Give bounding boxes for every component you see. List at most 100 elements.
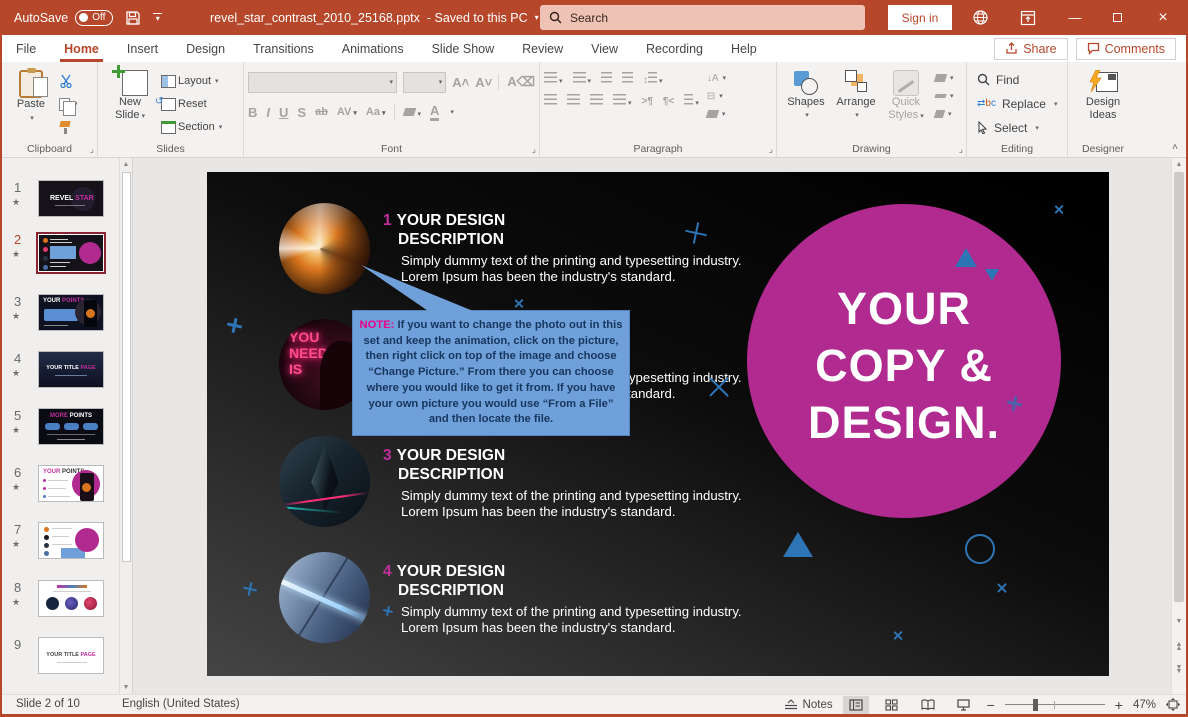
arrange-button[interactable]: Arrange▾ <box>831 66 881 140</box>
clipboard-dialog-launcher[interactable]: ⌟ <box>90 144 94 155</box>
increase-font-size-button[interactable]: A˄ <box>452 75 469 90</box>
editor-scrollbar[interactable]: ▲ ▼ ▲▲ ▼▼ <box>1171 158 1186 694</box>
shape-fill-button[interactable]: ▾ <box>935 71 957 85</box>
item-1-heading[interactable]: 1YOUR DESIGNDESCRIPTION <box>383 211 505 249</box>
tab-review[interactable]: Review <box>508 35 577 62</box>
zoom-slider[interactable] <box>1005 704 1105 706</box>
share-button[interactable]: Share <box>994 38 1067 60</box>
section-button[interactable]: Section▾ <box>158 118 225 136</box>
tab-help[interactable]: Help <box>717 35 771 62</box>
collapse-ribbon-icon[interactable]: ˄ <box>1172 142 1178 153</box>
tab-insert[interactable]: Insert <box>113 35 172 62</box>
line-spacing-button[interactable]: ↕▾ <box>643 70 663 88</box>
slide-thumbnail-8[interactable] <box>38 580 104 617</box>
layout-button[interactable]: Layout▾ <box>158 72 225 90</box>
zoom-level[interactable]: 47% <box>1133 699 1156 711</box>
slide-thumbnail-7[interactable] <box>38 522 104 559</box>
slide-thumbnail-6[interactable]: YOUR POINTS <box>38 465 104 502</box>
shape-outline-button[interactable]: ▾ <box>935 89 957 103</box>
cut-button[interactable] <box>56 72 81 90</box>
scrollbar-thumb[interactable] <box>1174 172 1184 602</box>
slide-canvas[interactable]: 1YOUR DESIGNDESCRIPTION Simply dummy tex… <box>207 172 1109 676</box>
text-shadow-button[interactable]: S <box>297 105 306 120</box>
normal-view-button[interactable] <box>843 696 869 714</box>
fit-slide-to-window-button[interactable] <box>1166 698 1180 711</box>
italic-button[interactable]: I <box>266 105 270 120</box>
scroll-down-icon[interactable]: ▼ <box>120 684 132 691</box>
save-icon[interactable] <box>125 10 141 26</box>
slide-thumbnail-9[interactable]: YOUR TITLE PAGE <box>38 637 104 674</box>
reading-view-button[interactable] <box>915 696 941 714</box>
decrease-font-size-button[interactable]: A˅ <box>475 75 492 90</box>
previous-slide-button[interactable]: ▲▲ <box>1172 643 1186 651</box>
comments-button[interactable]: Comments <box>1076 38 1176 60</box>
slide-thumbnail-3[interactable]: YOUR POINTS <box>38 294 104 331</box>
align-right-button[interactable] <box>590 92 603 110</box>
autosave-switch[interactable]: Off <box>75 10 113 26</box>
tab-transitions[interactable]: Transitions <box>239 35 328 62</box>
format-painter-button[interactable] <box>56 118 81 136</box>
font-color-button[interactable]: A <box>430 103 439 121</box>
thumbnail-scrollbar[interactable]: ▲ ▼ <box>119 158 132 694</box>
scroll-down-icon[interactable]: ▼ <box>1172 618 1186 625</box>
slide-indicator[interactable]: Slide 2 of 10 <box>16 698 80 710</box>
photo-crystal[interactable] <box>279 436 370 527</box>
slide-thumbnail-5[interactable]: MORE POINTS <box>38 408 104 445</box>
align-left-button[interactable] <box>544 92 557 110</box>
slide-thumbnail-2[interactable] <box>36 232 106 274</box>
item-3-heading[interactable]: 3YOUR DESIGNDESCRIPTION <box>383 446 505 484</box>
increase-indent-button[interactable] <box>622 70 633 88</box>
underline-button[interactable]: U <box>279 105 288 120</box>
search-box[interactable] <box>540 5 865 30</box>
notes-button[interactable]: Notes <box>784 699 833 711</box>
select-button[interactable]: Select▾ <box>971 116 1063 139</box>
sign-in-button[interactable]: Sign in <box>888 5 952 30</box>
strikethrough-button[interactable]: ab <box>315 106 328 118</box>
font-size-combo[interactable]: ▾ <box>403 72 446 93</box>
tab-recording[interactable]: Recording <box>632 35 717 62</box>
shape-effects-button[interactable]: ▾ <box>935 107 957 121</box>
slide-thumbnail-4[interactable]: YOUR TITLE PAGE <box>38 351 104 388</box>
quick-styles-button[interactable]: QuickStyles▾ <box>881 66 931 140</box>
columns-button[interactable]: ▾ <box>684 92 699 110</box>
tab-design[interactable]: Design <box>172 35 239 62</box>
globe-icon[interactable] <box>965 0 995 35</box>
paragraph-dialog-launcher[interactable]: ⌟ <box>769 144 773 155</box>
item-3-body[interactable]: Simply dummy text of the printing and ty… <box>401 488 751 520</box>
convert-smartart-button[interactable]: ▾ <box>707 107 729 121</box>
ribbon-display-options-icon[interactable] <box>1013 0 1043 35</box>
ltr-direction-button[interactable]: >¶ <box>642 96 653 107</box>
clear-formatting-button[interactable]: A⌫ <box>498 74 535 90</box>
tab-file[interactable]: File <box>2 35 50 62</box>
numbering-button[interactable]: ▾ <box>573 70 592 88</box>
zoom-in-button[interactable]: + <box>1115 697 1123 713</box>
scrollbar-thumb[interactable] <box>122 172 131 562</box>
tab-slide-show[interactable]: Slide Show <box>418 35 509 62</box>
item-1-body[interactable]: Simply dummy text of the printing and ty… <box>401 253 751 285</box>
scroll-up-icon[interactable]: ▲ <box>1172 161 1186 168</box>
align-text-button[interactable]: ⊟▾ <box>707 89 729 103</box>
bold-button[interactable]: B <box>248 105 257 120</box>
close-button[interactable]: × <box>1146 0 1180 35</box>
photo-swirl[interactable] <box>279 203 370 294</box>
tab-view[interactable]: View <box>577 35 632 62</box>
new-slide-button[interactable]: NewSlide▾ <box>102 66 158 140</box>
paste-button[interactable]: Paste▾ <box>6 66 56 140</box>
quick-access-toolbar-menu-icon[interactable]: ▾ <box>153 13 162 23</box>
scroll-up-icon[interactable]: ▲ <box>120 161 132 168</box>
text-direction-button[interactable]: ↓A▾ <box>707 71 729 85</box>
autosave-toggle[interactable]: AutoSave Off <box>14 10 113 26</box>
bullets-button[interactable]: ▾ <box>544 70 563 88</box>
copy-button[interactable]: ▾ <box>56 95 81 113</box>
item-4-heading[interactable]: 4YOUR DESIGNDESCRIPTION <box>383 562 505 600</box>
replace-button[interactable]: ⇄bcReplace▾ <box>971 92 1063 115</box>
search-input[interactable] <box>570 11 820 25</box>
reset-button[interactable]: Reset <box>158 95 225 113</box>
change-case-button[interactable]: Aa▾ <box>366 106 386 118</box>
title-dropdown-icon[interactable]: ▾ <box>535 13 539 22</box>
language-indicator[interactable]: English (United States) <box>122 698 240 710</box>
tab-animations[interactable]: Animations <box>328 35 418 62</box>
copy-design-circle[interactable]: YOUR COPY & DESIGN. <box>747 204 1061 518</box>
photo-tunnel[interactable] <box>279 552 370 643</box>
minimize-button[interactable]: — <box>1058 0 1092 35</box>
